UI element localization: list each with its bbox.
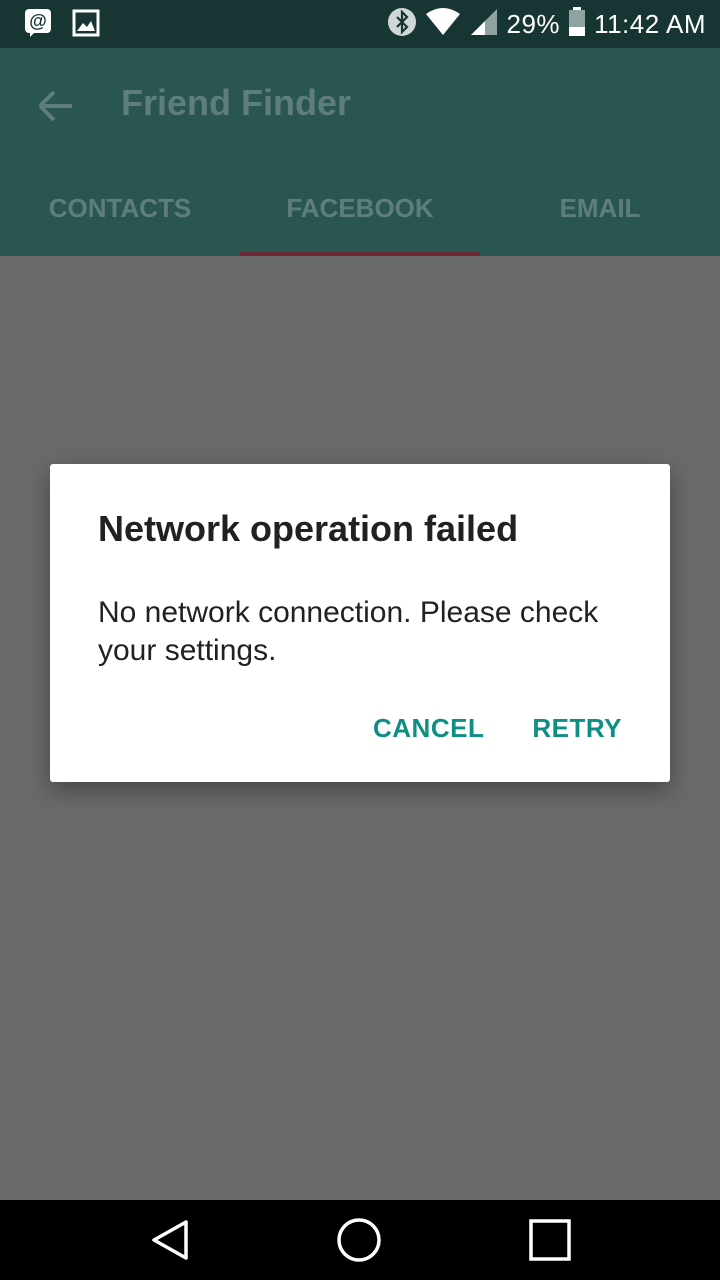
tab-contacts[interactable]: CONTACTS — [0, 160, 240, 256]
back-button[interactable] — [28, 78, 84, 134]
navigation-bar — [0, 1200, 720, 1280]
battery-percent: 29% — [506, 8, 561, 39]
dialog-actions: CANCEL RETRY — [357, 703, 638, 754]
status-bar: @ 29% 11:42 AM — [0, 0, 720, 48]
bluetooth-icon — [387, 7, 417, 42]
dialog-message: No network connection. Please check your… — [98, 596, 599, 667]
cancel-button[interactable]: CANCEL — [357, 703, 500, 754]
retry-button[interactable]: RETRY — [516, 703, 638, 754]
clock: 11:42 AM — [594, 8, 706, 39]
page-title: Friend Finder — [121, 82, 352, 123]
dialog-title: Network operation failed — [98, 508, 519, 549]
app-bar: Friend Finder CONTACTS FACEBOOK EMAIL — [0, 48, 720, 256]
nav-back-button[interactable] — [142, 1212, 198, 1268]
signal-icon — [469, 7, 499, 42]
error-dialog: Network operation failed No network conn… — [50, 464, 670, 782]
wifi-icon — [425, 7, 461, 41]
tab-email[interactable]: EMAIL — [480, 160, 720, 256]
home-circle-icon — [337, 1218, 381, 1262]
tab-bar: CONTACTS FACEBOOK EMAIL — [0, 160, 720, 256]
at-sign-icon: @ — [24, 8, 52, 38]
back-triangle-icon — [152, 1220, 188, 1260]
recents-square-icon — [529, 1219, 571, 1261]
tab-facebook[interactable]: FACEBOOK — [240, 160, 480, 256]
arrow-left-icon — [38, 90, 72, 122]
battery-icon — [568, 6, 586, 42]
svg-text:@: @ — [29, 11, 47, 31]
nav-recents-button[interactable] — [522, 1212, 578, 1268]
image-icon — [72, 8, 100, 38]
nav-home-button[interactable] — [331, 1212, 387, 1268]
